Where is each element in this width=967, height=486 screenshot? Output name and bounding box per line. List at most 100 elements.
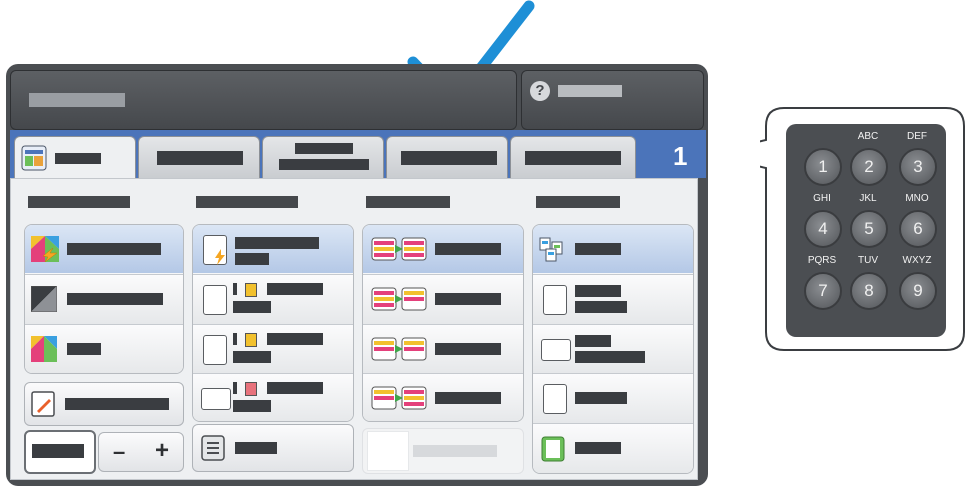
increase-button[interactable]: +	[155, 437, 169, 465]
tab-5[interactable]	[510, 136, 636, 179]
two-sided-option-3[interactable]	[363, 324, 523, 373]
darkness-button[interactable]	[24, 382, 184, 426]
keypad-letters-4: GHI	[813, 193, 831, 204]
tab-4[interactable]	[386, 136, 508, 179]
disabled-option-button	[362, 428, 524, 474]
orientation-auto-option[interactable]	[533, 225, 693, 273]
staple-paper-icon	[245, 333, 257, 347]
orientation-group	[532, 224, 694, 474]
orientation-edge-option[interactable]	[533, 373, 693, 423]
column-3-heading	[366, 196, 450, 208]
two-sided-option-4[interactable]	[363, 373, 523, 421]
two-sided-option-4-label	[435, 392, 501, 404]
column-1-heading	[28, 196, 130, 208]
two-sided-option-1-label	[435, 243, 501, 255]
keypad-key-1[interactable]: 1	[804, 148, 842, 186]
document-icon	[201, 388, 231, 410]
keypad-letters-7: PQRS	[807, 255, 837, 266]
two-sided-group	[362, 224, 524, 422]
finishing-auto-option[interactable]	[193, 225, 353, 273]
keypad-key-6[interactable]: 6	[899, 210, 937, 248]
portrait-label-2	[575, 301, 627, 313]
decrease-button[interactable]: –	[113, 439, 125, 465]
two-sided-option-2[interactable]	[363, 274, 523, 324]
darkness-icon	[31, 391, 55, 417]
keypad-key-5[interactable]: 5	[850, 210, 888, 248]
paper-tray-option[interactable]	[533, 423, 693, 473]
color-label	[67, 343, 101, 355]
landscape-label-1	[575, 335, 611, 347]
staple-option-1[interactable]	[193, 274, 353, 324]
black-white-label	[67, 293, 163, 305]
keypad-letters-6: MNO	[905, 193, 929, 204]
keypad-key-8[interactable]: 8	[850, 272, 888, 310]
keypad-key-3[interactable]: 3	[899, 148, 937, 186]
more-features-button[interactable]	[192, 424, 354, 472]
two-sided-icon	[371, 287, 427, 311]
color-auto-option[interactable]	[25, 225, 183, 273]
column-4-heading	[536, 196, 620, 208]
black-white-icon	[31, 286, 57, 312]
user-login-button[interactable]: ?	[521, 70, 704, 130]
color-auto-label	[67, 243, 161, 255]
copy-app-icon	[21, 145, 47, 171]
tab-3-label-line2	[279, 159, 369, 170]
orientation-auto-label	[575, 243, 621, 255]
tab-3[interactable]	[262, 136, 384, 179]
tab-2[interactable]	[138, 136, 260, 179]
quantity-value-placeholder	[32, 444, 84, 458]
collate-icon	[539, 237, 563, 262]
finishing-auto-label-2	[235, 253, 269, 265]
user-label-placeholder	[558, 85, 622, 97]
paper-tray-label	[575, 442, 621, 454]
tab-2-label	[157, 151, 243, 165]
staple-option-3-label-1	[267, 382, 323, 394]
title-text-placeholder	[29, 93, 125, 107]
document-icon	[203, 335, 227, 365]
tab-5-label	[525, 151, 621, 165]
black-white-option[interactable]	[25, 274, 183, 324]
orientation-portrait-option[interactable]	[533, 274, 693, 324]
tab-3-label-line1	[295, 143, 353, 154]
keypad-letters-5: JKL	[859, 193, 877, 204]
keypad-key-7[interactable]: 7	[804, 272, 842, 310]
two-sided-option-2-label	[435, 293, 501, 305]
column-2-heading	[196, 196, 298, 208]
auto-bolt-icon	[215, 249, 225, 265]
keypad-letters-3: DEF	[907, 131, 927, 142]
staple-icon	[233, 382, 237, 394]
keypad-letters-2: ABC	[857, 131, 879, 142]
color-icon	[31, 336, 57, 362]
more-features-label	[235, 442, 277, 454]
staple-option-1-label-2	[233, 301, 271, 313]
color-mode-group	[24, 224, 184, 374]
tab-4-label	[401, 151, 497, 165]
keypad-key-4[interactable]: 4	[804, 210, 842, 248]
two-sided-option-1[interactable]	[363, 225, 523, 273]
quantity-field[interactable]	[24, 430, 96, 474]
two-sided-icon	[371, 237, 427, 261]
portrait-label-1	[575, 285, 621, 297]
staple-paper-icon	[245, 283, 257, 297]
staple-option-3[interactable]	[193, 373, 353, 421]
orientation-icon	[543, 285, 567, 315]
tab-copy[interactable]	[14, 136, 136, 181]
two-sided-option-3-label	[435, 343, 501, 355]
quantity-stepper[interactable]: – +	[98, 432, 184, 472]
edge-label	[575, 392, 627, 404]
color-option[interactable]	[25, 324, 183, 373]
staple-option-2[interactable]	[193, 324, 353, 373]
color-auto-icon	[31, 236, 59, 262]
orientation-icon	[543, 384, 567, 414]
keypad-letters-9: WXYZ	[902, 255, 932, 266]
keypad-letters-8: TUV	[858, 255, 878, 266]
keypad-key-2[interactable]: 2	[850, 148, 888, 186]
job-count-badge: 1	[673, 141, 688, 171]
orientation-landscape-option[interactable]	[533, 324, 693, 373]
staple-option-2-label-1	[267, 333, 323, 345]
staple-icon	[233, 333, 237, 345]
disabled-option-label	[413, 445, 497, 457]
orientation-icon	[541, 339, 571, 361]
paper-tray-icon	[541, 436, 565, 462]
keypad-key-9[interactable]: 9	[899, 272, 937, 310]
